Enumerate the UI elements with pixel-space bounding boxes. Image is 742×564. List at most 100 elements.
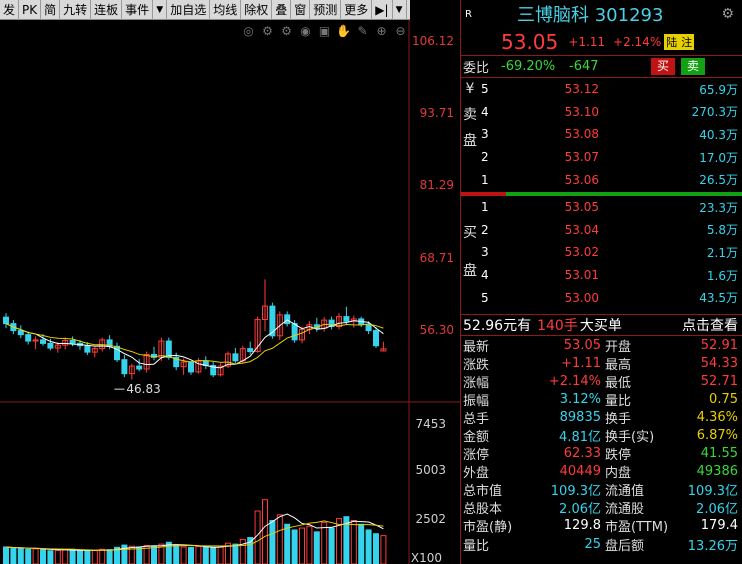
- stat-value: 25: [584, 536, 601, 552]
- toolbar-item-fa[interactable]: 发: [0, 0, 20, 20]
- skip-end-icon[interactable]: ▶|: [372, 0, 393, 20]
- chevron-down-icon[interactable]: ▼: [153, 0, 168, 20]
- large-trade-row: 52.96元有 140手 大买单 点击查看: [461, 314, 742, 336]
- ask-level-row[interactable]: 5 53.12 65.9万: [461, 78, 742, 101]
- buy-button[interactable]: 买: [651, 58, 676, 75]
- toolbar-item-ma[interactable]: 均线: [210, 0, 242, 20]
- volume-bar: [202, 546, 209, 564]
- toolbar-item-forecast[interactable]: 预测: [310, 0, 342, 20]
- zoom-out-icon[interactable]: ⊖: [393, 24, 408, 39]
- chevron-down-icon[interactable]: ▼: [393, 0, 407, 20]
- toolbar-item-overlay[interactable]: 叠: [272, 0, 292, 20]
- bid-level-row[interactable]: 4 53.01 1.6万: [461, 264, 742, 287]
- chart-toolbar: 发 PK 简 九转 连板 事件 ▼ 加自选 均线 除权 叠 窗 预测 更多 ▶|…: [0, 0, 410, 20]
- candle-body: [69, 339, 76, 344]
- volume-tick: 5003: [415, 463, 446, 477]
- bid-level-row[interactable]: 3 53.02 2.1万: [461, 241, 742, 264]
- volume-bar: [373, 533, 379, 564]
- volume-bar: [350, 519, 357, 564]
- stat-value: 2.06亿: [696, 502, 738, 518]
- ask-level-row[interactable]: 3 53.08 40.3万: [461, 123, 742, 146]
- volume-bar: [358, 523, 365, 564]
- sell-button[interactable]: 卖: [681, 58, 706, 75]
- level-number: 1: [481, 172, 489, 187]
- volume-bar: [210, 547, 217, 564]
- level-volume: 23.3万: [699, 200, 738, 215]
- toolbar-item-lianban[interactable]: 连板: [91, 0, 123, 20]
- lu-badge: 陆: [664, 33, 680, 50]
- stat-label: 内盘: [605, 466, 632, 482]
- settings-icon[interactable]: ⚙: [279, 24, 294, 39]
- toolbar-item-pk[interactable]: PK: [19, 0, 42, 20]
- brush-icon[interactable]: ✎: [355, 24, 370, 39]
- toolbar-item-jian[interactable]: 简: [41, 0, 61, 20]
- candle-body: [165, 340, 172, 358]
- level-price: 53.12: [564, 82, 599, 97]
- volume-bar: [180, 546, 187, 564]
- volume-bar: [380, 535, 387, 564]
- price-tick: 93.71: [419, 106, 454, 120]
- stat-label: 金额: [463, 430, 490, 446]
- level-number: 4: [481, 268, 489, 283]
- eye-icon[interactable]: ◉: [298, 24, 313, 39]
- volume-unit: X100: [410, 551, 442, 564]
- stat-value: 4.81亿: [559, 430, 601, 446]
- ask-side-char: 卖: [463, 107, 477, 123]
- ma5-line: [5, 319, 384, 369]
- volume-bar: [77, 550, 83, 564]
- level-price: 53.01: [564, 268, 599, 283]
- chart-tools: ◎ ⚙ ⚙ ◉ ▣ ✋ ✎ ⊕ ⊖: [241, 24, 408, 39]
- ask-level-row[interactable]: 1 53.06 26.5万: [461, 168, 742, 191]
- volume-bar: [91, 550, 98, 564]
- stats-row: 涨跌 +1.11 最高 54.33: [461, 354, 742, 373]
- volume-bar: [106, 549, 113, 564]
- toolbar-item-jiuzhuan[interactable]: 九转: [60, 0, 92, 20]
- level-price: 53.10: [564, 104, 599, 119]
- candle-body: [84, 345, 91, 353]
- level-price: 53.06: [564, 172, 599, 187]
- toolbar-item-exright[interactable]: 除权: [241, 0, 273, 20]
- gear-icon[interactable]: ⚙: [721, 6, 734, 22]
- bid-level-row[interactable]: 5 53.00 43.5万: [461, 286, 742, 309]
- stat-label: 最低: [605, 375, 632, 391]
- candle-body: [343, 316, 350, 322]
- stat-label: 市盈(静): [463, 520, 513, 536]
- price-tick: 106.12: [412, 34, 454, 48]
- toolbar-item-add-watchlist[interactable]: 加自选: [167, 0, 211, 20]
- level-number: 3: [481, 127, 489, 142]
- gear-icon[interactable]: ⚙: [260, 24, 275, 39]
- ask-level-row[interactable]: 4 53.10 270.3万: [461, 101, 742, 124]
- volume-bar: [313, 531, 320, 564]
- yen-symbol: ¥: [465, 81, 475, 97]
- stats-row: 总市值 109.3亿 流通值 109.3亿: [461, 481, 742, 499]
- target-icon[interactable]: ◎: [241, 24, 256, 39]
- volume-bar: [3, 546, 9, 564]
- stat-label: 总手: [463, 411, 490, 427]
- zoom-in-icon[interactable]: ⊕: [374, 24, 389, 39]
- bid-level-row[interactable]: 1 53.05 23.3万: [461, 196, 742, 219]
- kline-chart[interactable]: 46.83 ◎ ⚙ ⚙ ◉ ▣ ✋ ✎ ⊕ ⊖ 106.12 93.71 81.…: [0, 20, 460, 564]
- stats-table: 最新 53.05 开盘 52.91 涨跌 +1.11 最高 54.33 涨幅 +2.14% 最低 52…: [461, 336, 742, 554]
- volume-bar: [269, 519, 276, 564]
- basket-icon[interactable]: ▣: [317, 24, 332, 39]
- level-volume: 65.9万: [699, 82, 738, 97]
- hand-icon[interactable]: ✋: [336, 24, 351, 39]
- stat-label: 量比: [605, 393, 632, 409]
- candle-body: [291, 323, 298, 341]
- bid-level-row[interactable]: 2 53.04 5.8万: [461, 219, 742, 242]
- level-price: 53.04: [564, 222, 599, 237]
- low-marker-label: 46.83: [126, 382, 160, 396]
- stock-title[interactable]: 三博脑科 301293: [517, 1, 663, 27]
- ask-level-row[interactable]: 2 53.07 17.0万: [461, 146, 742, 169]
- volume-bar: [10, 547, 17, 564]
- toolbar-item-window[interactable]: 窗: [291, 0, 311, 20]
- stat-label: 涨跌: [463, 357, 490, 373]
- toolbar-item-more[interactable]: 更多: [341, 0, 373, 20]
- stats-row: 总股本 2.06亿 流通股 2.06亿: [461, 499, 742, 517]
- stats-row: 振幅 3.12% 量比 0.75: [461, 390, 742, 409]
- order-ratio-label: 委比: [463, 61, 490, 76]
- large-trade-link[interactable]: 点击查看: [682, 315, 738, 335]
- toolbar-item-shijian[interactable]: 事件: [122, 0, 154, 20]
- stat-label: 流通值: [605, 484, 645, 500]
- order-ratio-pct: -69.20%: [501, 59, 556, 74]
